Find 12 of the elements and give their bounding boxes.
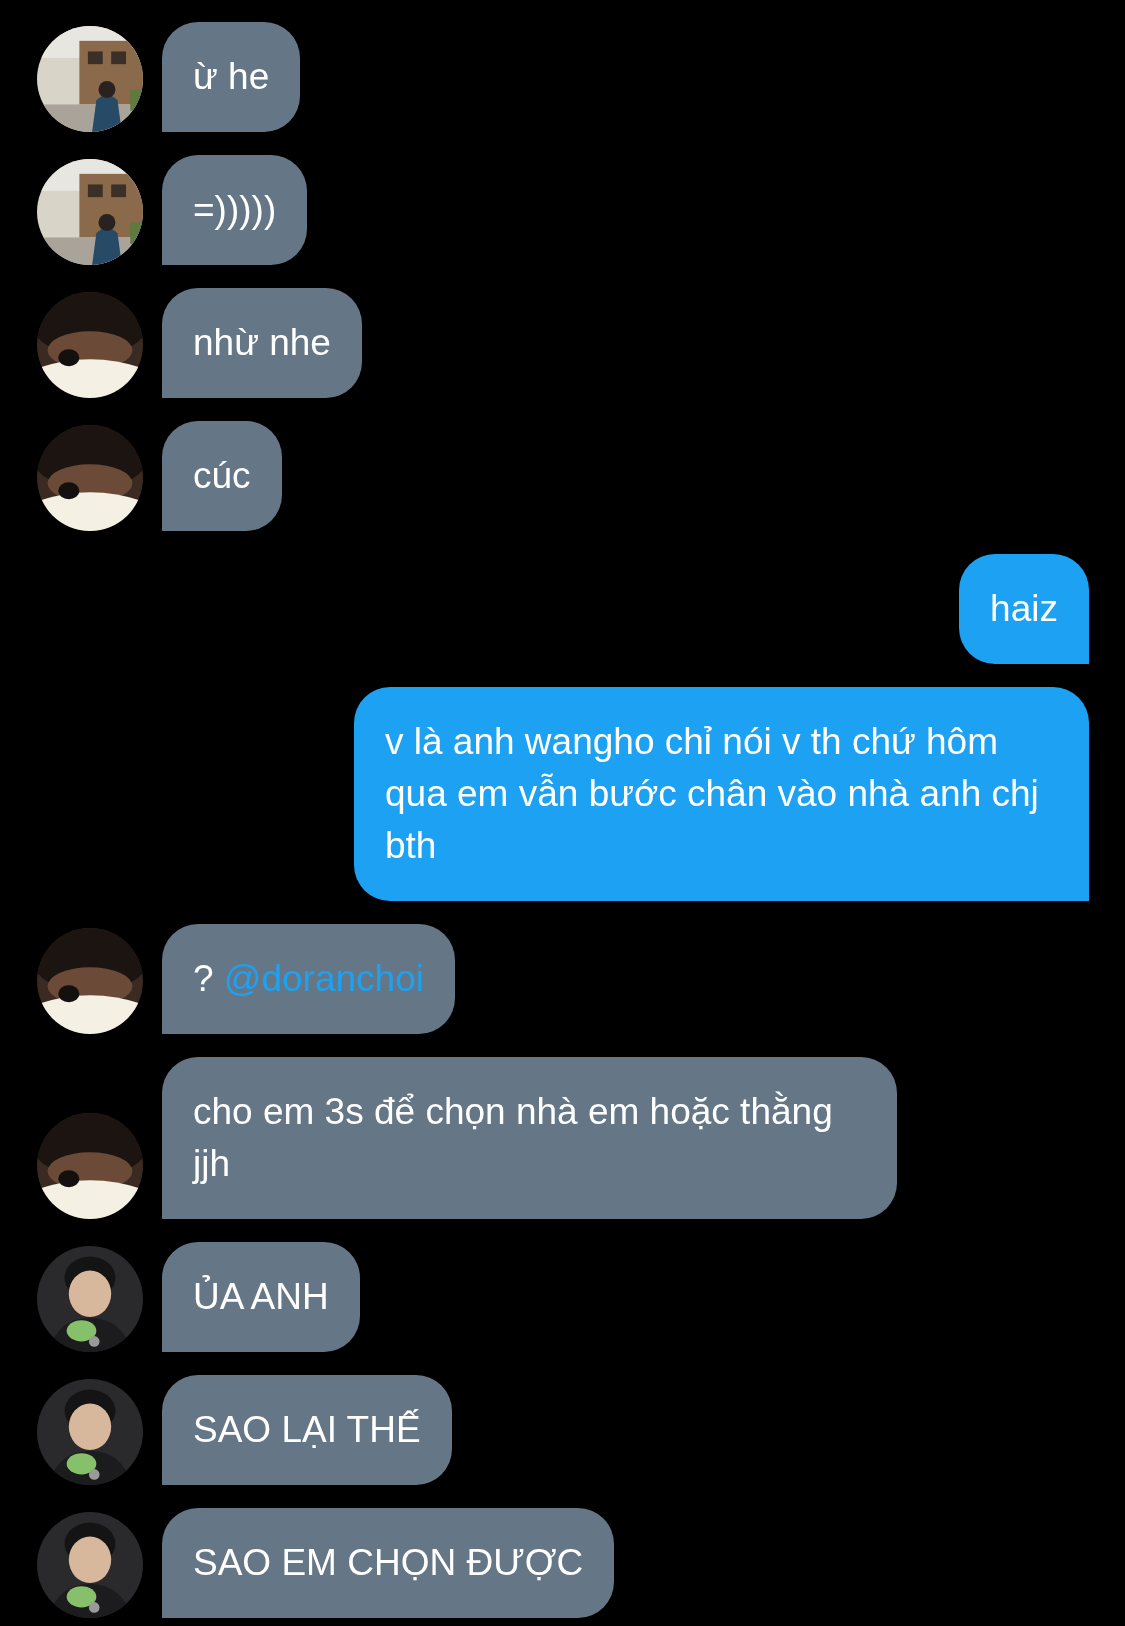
- message-text: haiz: [990, 588, 1058, 629]
- mention-link[interactable]: @doranchoi: [223, 958, 424, 999]
- message-text: cho em 3s để chọn nhà em hoặc thằng jjh: [193, 1091, 833, 1184]
- message-text: v là anh wangho chỉ nói v th chứ hôm qua em vẫn bước chân vào nhà anh chj bth: [385, 721, 1039, 866]
- message-text: ừ he: [193, 56, 270, 97]
- message-text: ? @doranchoi: [193, 958, 424, 999]
- message-text: =))))): [193, 189, 277, 230]
- message-text: cúc: [193, 455, 251, 496]
- message-text: SAO LẠI THẾ: [193, 1409, 421, 1450]
- message-text: nhừ nhe: [193, 322, 331, 363]
- message-text: ỦA ANH: [193, 1276, 329, 1317]
- message-text: SAO EM CHỌN ĐƯỢC: [193, 1542, 584, 1583]
